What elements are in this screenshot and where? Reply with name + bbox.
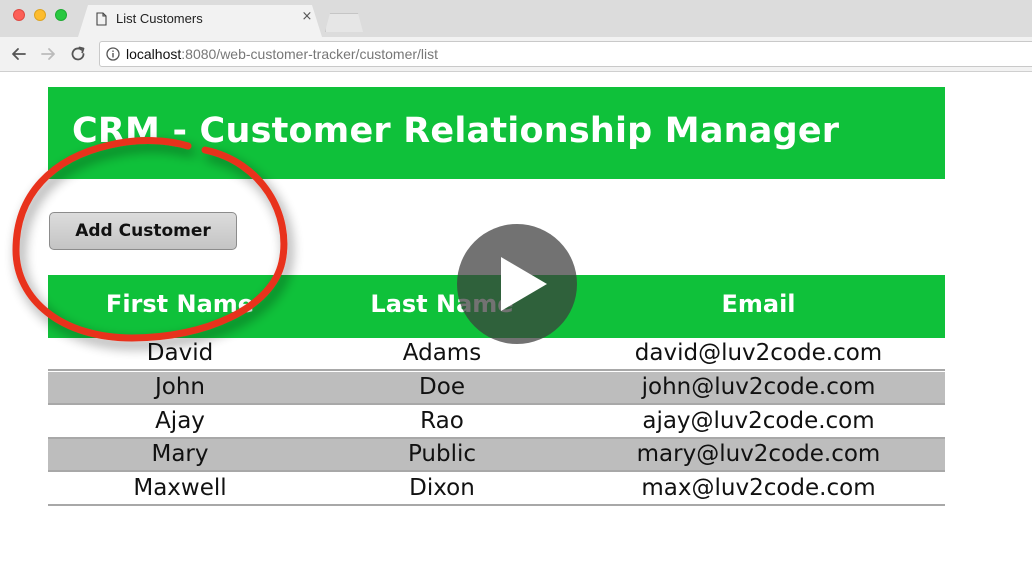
table-row: Mary Public mary@luv2code.com (48, 439, 945, 472)
back-arrow-icon[interactable] (9, 44, 29, 64)
reload-icon[interactable] (68, 44, 88, 64)
play-icon (501, 257, 547, 311)
cell-first-name: John (154, 374, 205, 400)
url-text[interactable]: localhost:8080/web-customer-tracker/cust… (126, 46, 438, 62)
document-icon (96, 12, 107, 26)
url-host: localhost (126, 46, 182, 62)
cell-first-name: Maxwell (133, 475, 227, 501)
tab-title: List Customers (116, 11, 203, 26)
url-path: :8080/web-customer-tracker/customer/list (181, 46, 439, 62)
info-icon[interactable] (106, 47, 120, 61)
table-row: John Doe john@luv2code.com (48, 372, 945, 405)
browser-window: List Customers × localhost:8080/web-cust… (0, 0, 1032, 575)
forward-arrow-icon[interactable] (38, 44, 58, 64)
cell-email: max@luv2code.com (641, 475, 876, 501)
column-header-email: Email (721, 290, 796, 318)
cell-email: john@luv2code.com (641, 374, 876, 400)
cell-first-name: David (146, 340, 214, 366)
column-header-first-name: First Name (105, 290, 255, 318)
table-row: Maxwell Dixon max@luv2code.com (48, 473, 945, 506)
cell-email: mary@luv2code.com (636, 441, 881, 467)
cell-first-name: Mary (151, 441, 209, 467)
cell-email: ajay@luv2code.com (642, 408, 875, 434)
add-customer-button[interactable]: Add Customer (49, 212, 237, 250)
close-window-button[interactable] (13, 9, 25, 21)
cell-first-name: Ajay (155, 408, 205, 434)
table-row: David Adams david@luv2code.com (48, 338, 945, 371)
cell-last-name: Doe (419, 374, 465, 400)
cell-last-name: Adams (402, 340, 482, 366)
cell-last-name: Public (407, 441, 477, 467)
cell-email: david@luv2code.com (634, 340, 883, 366)
play-button[interactable] (457, 224, 577, 344)
minimize-window-button[interactable] (34, 9, 46, 21)
zoom-window-button[interactable] (55, 9, 67, 21)
cell-last-name: Rao (420, 408, 464, 434)
table-row: Ajay Rao ajay@luv2code.com (48, 406, 945, 439)
cell-last-name: Dixon (409, 475, 475, 501)
page-title: CRM - Customer Relationship Manager (72, 111, 840, 151)
tab-close-icon[interactable]: × (301, 10, 313, 23)
